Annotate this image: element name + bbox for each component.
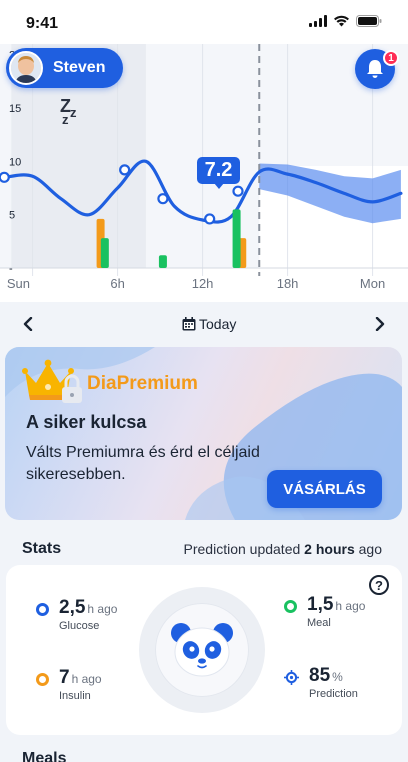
y-tick-label: -	[9, 263, 13, 275]
x-tick-label: 18h	[277, 276, 299, 291]
calendar-icon	[182, 317, 196, 331]
user-profile-chip[interactable]: Steven	[6, 48, 123, 88]
meal-bar	[232, 209, 241, 268]
premium-brand: DiaPremium	[87, 373, 198, 394]
meal-label: Meal	[307, 617, 331, 629]
y-tick-label: 5	[9, 210, 15, 222]
notification-badge: 1	[383, 50, 399, 66]
glucose-dot-icon	[36, 603, 49, 616]
next-day-button[interactable]	[369, 313, 391, 335]
signal-icon	[309, 15, 327, 27]
avatar-image	[11, 53, 41, 83]
x-tick-label: Sun	[7, 276, 30, 291]
meal-bar	[158, 255, 167, 268]
prediction-label: Prediction	[309, 688, 358, 700]
x-tick-label: 6h	[110, 276, 124, 291]
glucose-label: Glucose	[59, 620, 100, 632]
y-tick-label: 10	[9, 156, 21, 168]
notifications-button[interactable]: 1	[355, 49, 399, 89]
stats-title: Stats	[22, 540, 62, 557]
meal-unit: h ago	[335, 599, 366, 613]
meal-value: 1,5	[307, 594, 334, 615]
prediction-value: 85	[309, 665, 331, 686]
bell-icon	[367, 60, 383, 78]
stat-meal[interactable]: 1,5 h ago Meal	[284, 594, 365, 629]
sleep-indicator: Zz z	[60, 96, 76, 127]
glucose-marker	[157, 193, 169, 205]
wifi-icon	[334, 15, 349, 27]
insulin-unit: h ago	[71, 672, 102, 686]
current-value-badge: 7.2	[197, 157, 240, 189]
date-label[interactable]: Today	[182, 316, 236, 332]
system-icons	[309, 15, 382, 27]
buy-premium-button[interactable]: VÁSÁRLÁS	[267, 470, 382, 508]
prediction-updated-suffix: ago	[358, 541, 382, 557]
prediction-updated-prefix: Prediction updated	[183, 541, 301, 557]
prediction-unit: %	[332, 670, 343, 684]
status-time: 9:41	[26, 15, 59, 32]
prediction-updated-time: 2 hours	[304, 541, 355, 557]
glucose-marker	[204, 213, 216, 225]
meal-bar	[100, 238, 109, 268]
y-tick-label: 15	[9, 103, 21, 115]
avatar	[9, 51, 43, 85]
today-text: Today	[199, 316, 237, 332]
insulin-dot-icon	[36, 673, 49, 686]
premium-heading: A siker kulcsa	[26, 412, 147, 432]
premium-promo-card[interactable]: DiaPremium A siker kulcsa Válts Premiumr…	[5, 347, 402, 520]
x-tick-label: 12h	[192, 276, 214, 291]
glucose-marker	[0, 171, 10, 183]
battery-icon	[356, 15, 382, 27]
meal-dot-icon	[284, 600, 297, 613]
stat-insulin[interactable]: 7h ago Insulin	[36, 667, 102, 702]
crown-lock-icon	[22, 359, 82, 403]
status-bar: 9:41	[0, 0, 408, 44]
date-navigation: Today	[0, 310, 408, 338]
insulin-label: Insulin	[59, 690, 91, 702]
x-tick-label: Mon	[360, 276, 385, 291]
target-icon	[284, 670, 299, 685]
user-name: Steven	[53, 59, 106, 76]
help-button[interactable]: ?	[369, 575, 389, 595]
glucose-marker	[232, 185, 244, 197]
stat-prediction[interactable]: 85% Prediction	[284, 665, 358, 700]
previous-day-button[interactable]	[17, 313, 39, 335]
prediction-updated: Prediction updated 2 hours ago	[184, 541, 382, 557]
chevron-right-icon	[375, 317, 385, 331]
meals-section-title: Meals	[22, 750, 67, 762]
panda-icon	[171, 623, 233, 677]
chevron-left-icon	[23, 317, 33, 331]
insulin-value: 7	[59, 667, 70, 688]
stat-glucose[interactable]: 2,5 h ago Glucose	[36, 597, 117, 632]
panda-mascot[interactable]	[139, 587, 265, 713]
glucose-value: 2,5	[59, 597, 86, 618]
glucose-unit: h ago	[87, 602, 118, 616]
glucose-marker	[119, 164, 131, 176]
